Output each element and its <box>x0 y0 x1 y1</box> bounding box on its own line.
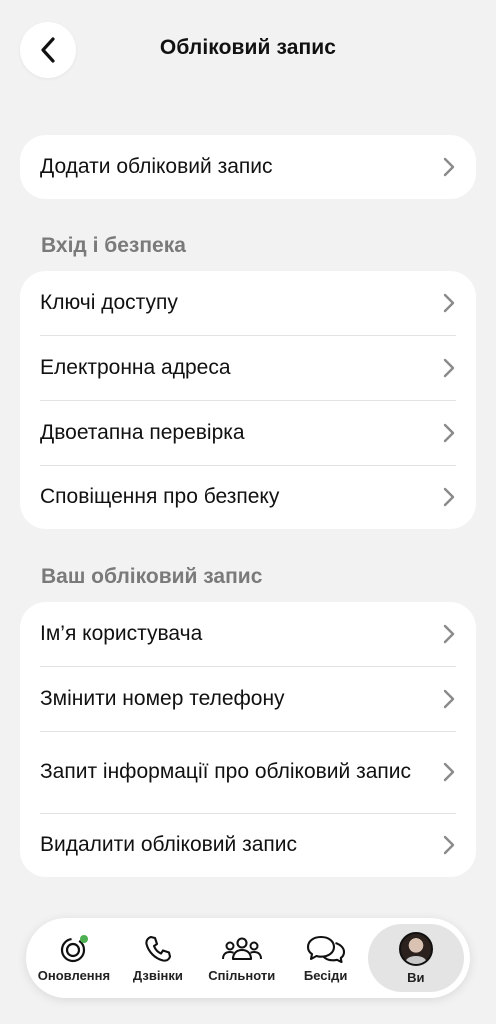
tab-label: Дзвінки <box>132 967 183 983</box>
chevron-right-icon <box>442 157 456 177</box>
chats-icon <box>306 935 345 963</box>
account-settings-screen: Обліковий запис Додати обліковий запис В… <box>0 0 496 1024</box>
page-title: Обліковий запис <box>159 36 337 59</box>
add-account-card: Додати обліковий запис <box>20 135 476 199</box>
row-label: Двоетапна перевірка <box>40 420 245 444</box>
updates-icon <box>60 934 88 962</box>
row-label: Додати обліковий запис <box>40 155 273 178</box>
row-label: Змінити номер телефону <box>40 686 285 710</box>
row-label: Електронна адреса <box>40 355 231 379</box>
chevron-right-icon <box>442 624 456 644</box>
section-title-account: Ваш обліковий запис <box>41 565 263 588</box>
tab-label: Бесіди <box>303 967 348 983</box>
username-row[interactable]: Ім’я користувача <box>20 602 476 666</box>
row-label: Ім’я користувача <box>40 622 203 645</box>
tab-label: Оновлення <box>37 967 111 983</box>
tab-you[interactable]: Ви <box>367 924 465 992</box>
security-notifications-row[interactable]: Сповіщення про безпеку <box>20 465 476 529</box>
row-label: Запит інформації про обліковий запис <box>40 760 412 783</box>
tab-chats[interactable]: Бесіди <box>284 924 368 992</box>
tab-label: Ви <box>407 969 425 985</box>
chevron-right-icon <box>442 689 456 709</box>
request-account-info-row[interactable]: Запит інформації про обліковий запис <box>20 731 476 813</box>
phone-icon <box>145 935 171 962</box>
chevron-right-icon <box>442 293 456 313</box>
communities-icon <box>221 936 262 960</box>
bottom-tab-bar: Оновлення Дзвінки Спільноти Бесіди Ви <box>26 918 470 998</box>
email-row[interactable]: Електронна адреса <box>20 335 476 400</box>
section-title-security: Вхід і безпека <box>41 234 186 257</box>
tab-communities[interactable]: Спільноти <box>200 924 284 992</box>
delete-account-row[interactable]: Видалити обліковий запис <box>20 813 476 877</box>
row-label: Ключі доступу <box>40 291 178 314</box>
tab-label: Спільноти <box>208 967 276 983</box>
chevron-right-icon <box>442 358 456 378</box>
add-account-row[interactable]: Додати обліковий запис <box>20 135 476 199</box>
tab-updates[interactable]: Оновлення <box>32 924 116 992</box>
chevron-right-icon <box>442 835 456 855</box>
security-card: Ключі доступу Електронна адреса Двоетапн… <box>20 271 476 529</box>
two-step-verification-row[interactable]: Двоетапна перевірка <box>20 400 476 465</box>
row-label: Видалити обліковий запис <box>40 833 297 856</box>
passkeys-row[interactable]: Ключі доступу <box>20 271 476 335</box>
tab-calls[interactable]: Дзвінки <box>116 924 200 992</box>
row-label: Сповіщення про безпеку <box>40 485 280 508</box>
account-card: Ім’я користувача Змінити номер телефону … <box>20 602 476 877</box>
avatar <box>398 931 433 966</box>
chevron-right-icon <box>442 423 456 443</box>
chevron-right-icon <box>442 487 456 507</box>
chevron-right-icon <box>442 762 456 782</box>
change-number-row[interactable]: Змінити номер телефону <box>20 666 476 731</box>
